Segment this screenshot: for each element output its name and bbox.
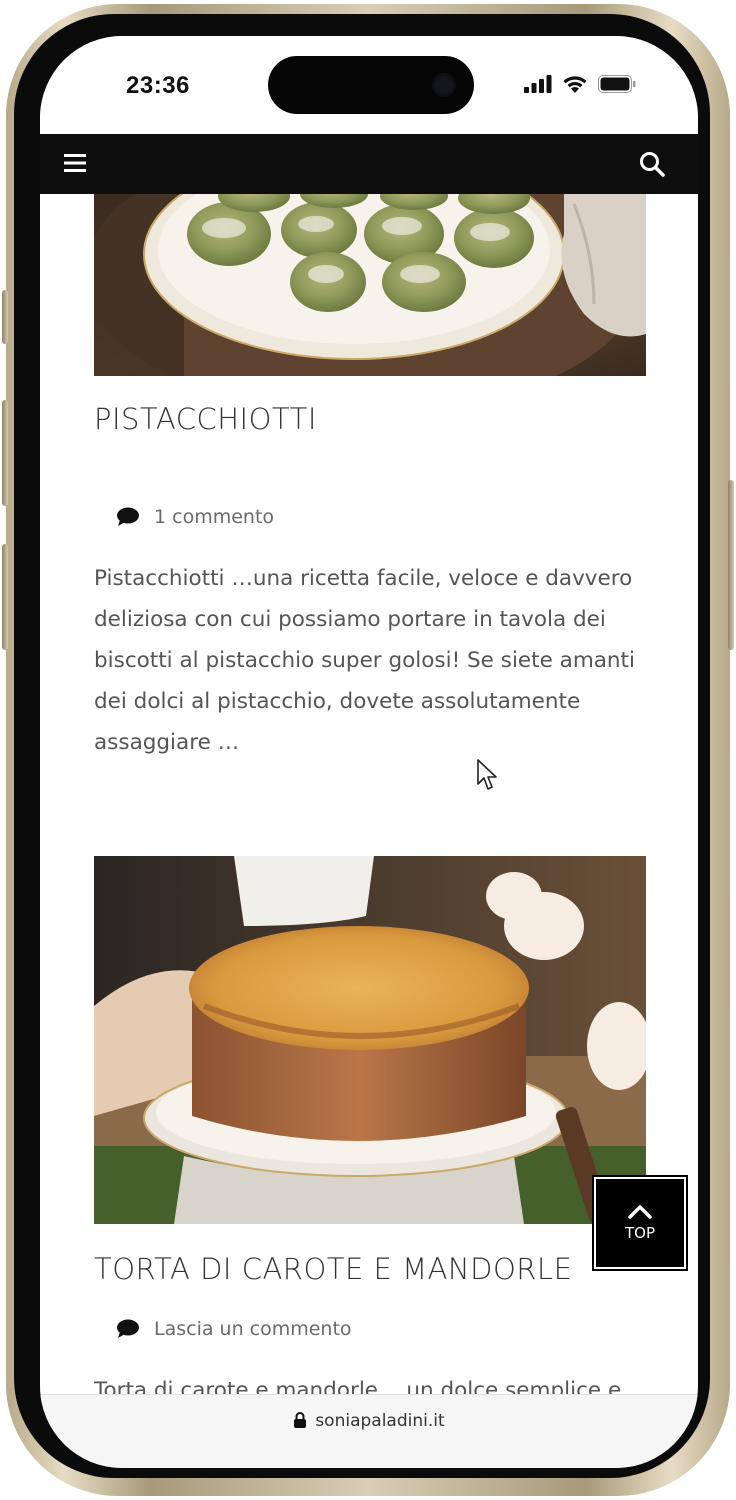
post-comments[interactable]: Lascia un commento: [116, 1318, 352, 1340]
url-bar[interactable]: soniapaladini.it: [40, 1394, 698, 1468]
action-button: [2, 290, 8, 344]
phone-screen: 23:36 PISTACCHIOTTI 1 commento Pistacchi…: [40, 36, 698, 1468]
search-icon[interactable]: [638, 150, 666, 178]
status-time: 23:36: [126, 72, 190, 99]
comment-icon: [117, 1319, 139, 1338]
front-camera: [432, 73, 456, 97]
volume-up-button: [2, 400, 8, 506]
post-excerpt: Pistacchiotti …una ricetta facile, veloc…: [94, 566, 635, 755]
post-title[interactable]: TORTA DI CAROTE E MANDORLE: [94, 1252, 572, 1286]
lock-icon: [294, 1412, 307, 1428]
url-domain: soniapaladini.it: [315, 1411, 445, 1431]
comment-icon: [117, 507, 139, 526]
post-image-torta-di-carote[interactable]: [94, 856, 646, 1224]
post-image-pistacchiotti[interactable]: [94, 194, 646, 376]
battery-icon: [598, 75, 636, 93]
comment-count: Lascia un commento: [154, 1318, 352, 1340]
comment-count: 1 commento: [154, 506, 275, 528]
site-header: [40, 134, 698, 194]
wifi-icon: [563, 76, 587, 93]
volume-down-button: [2, 544, 8, 650]
mouse-cursor-icon: [477, 759, 497, 790]
hamburger-icon[interactable]: [64, 153, 86, 173]
status-bar: 23:36: [40, 36, 698, 136]
dynamic-island: [268, 56, 474, 114]
post-title[interactable]: PISTACCHIOTTI: [94, 402, 317, 436]
back-to-top-button[interactable]: TOP: [592, 1175, 688, 1271]
power-button: [728, 480, 734, 650]
chevron-up-icon: [628, 1205, 652, 1219]
signal-icon: [524, 75, 552, 93]
back-to-top-label: TOP: [624, 1224, 655, 1242]
post-comments[interactable]: 1 commento: [116, 506, 274, 528]
post-excerpt: Torta di carote e mandorle …un dolce sem…: [94, 1378, 622, 1394]
status-icons: [524, 74, 636, 94]
